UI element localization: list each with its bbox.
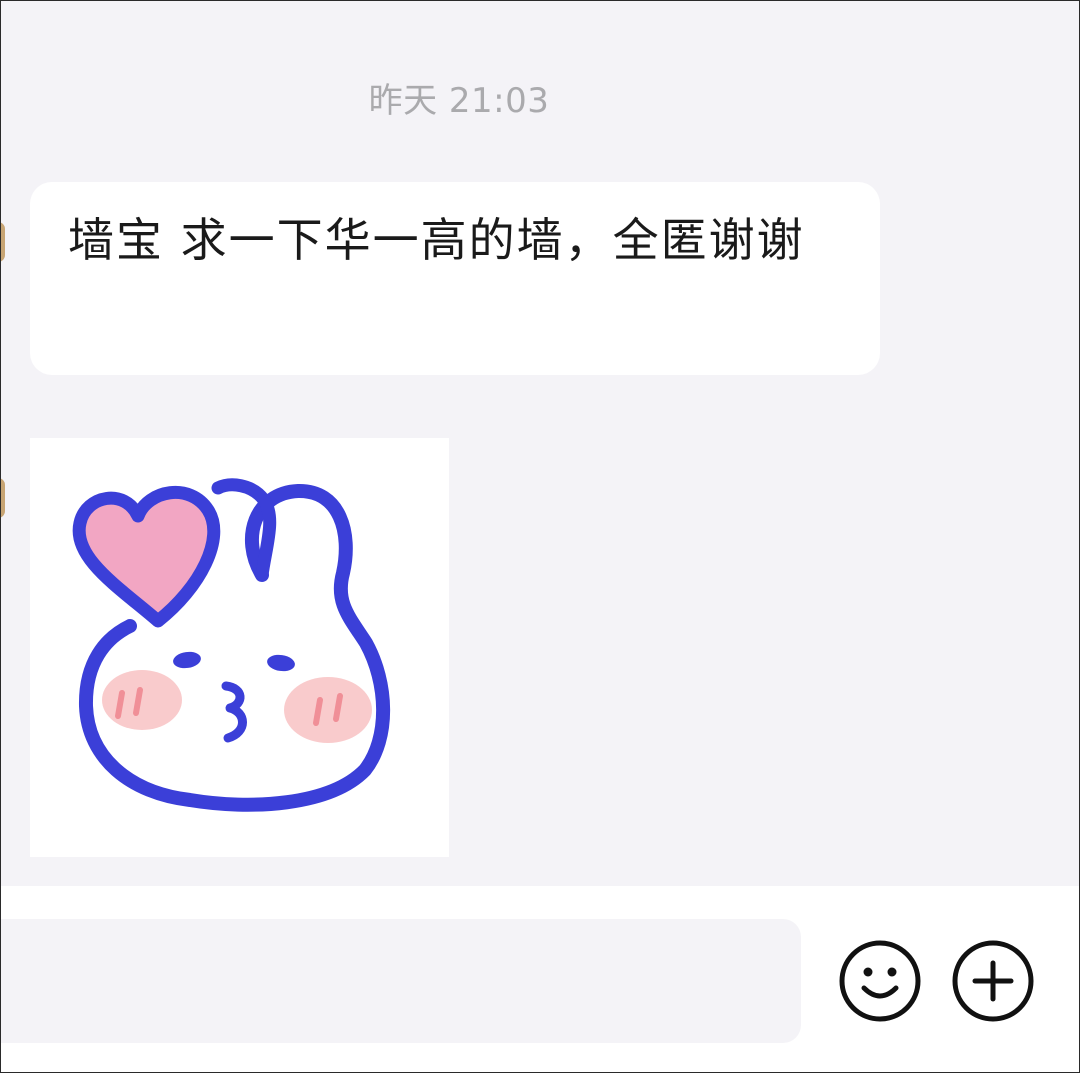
sticker-message[interactable] (30, 438, 449, 857)
message-text: 墙宝 求一下华一高的墙，全匿谢谢 (68, 213, 805, 267)
message-timestamp: 昨天 21:03 (368, 81, 550, 121)
input-bar (1, 886, 1079, 1072)
sender-avatar[interactable] (1, 222, 5, 262)
more-button[interactable] (950, 938, 1036, 1024)
plus-circle-icon (952, 940, 1034, 1022)
bunny-heart-kiss-sticker (72, 478, 391, 812)
message-input[interactable] (1, 919, 801, 1043)
sender-avatar[interactable] (1, 478, 5, 518)
chat-window: 昨天 21:03 墙宝 求一下华一高的墙，全匿谢谢 (0, 0, 1080, 1073)
message-bubble[interactable]: 墙宝 求一下华一高的墙，全匿谢谢 (30, 182, 880, 375)
emoji-button[interactable] (837, 938, 923, 1024)
smiley-icon (839, 940, 921, 1022)
